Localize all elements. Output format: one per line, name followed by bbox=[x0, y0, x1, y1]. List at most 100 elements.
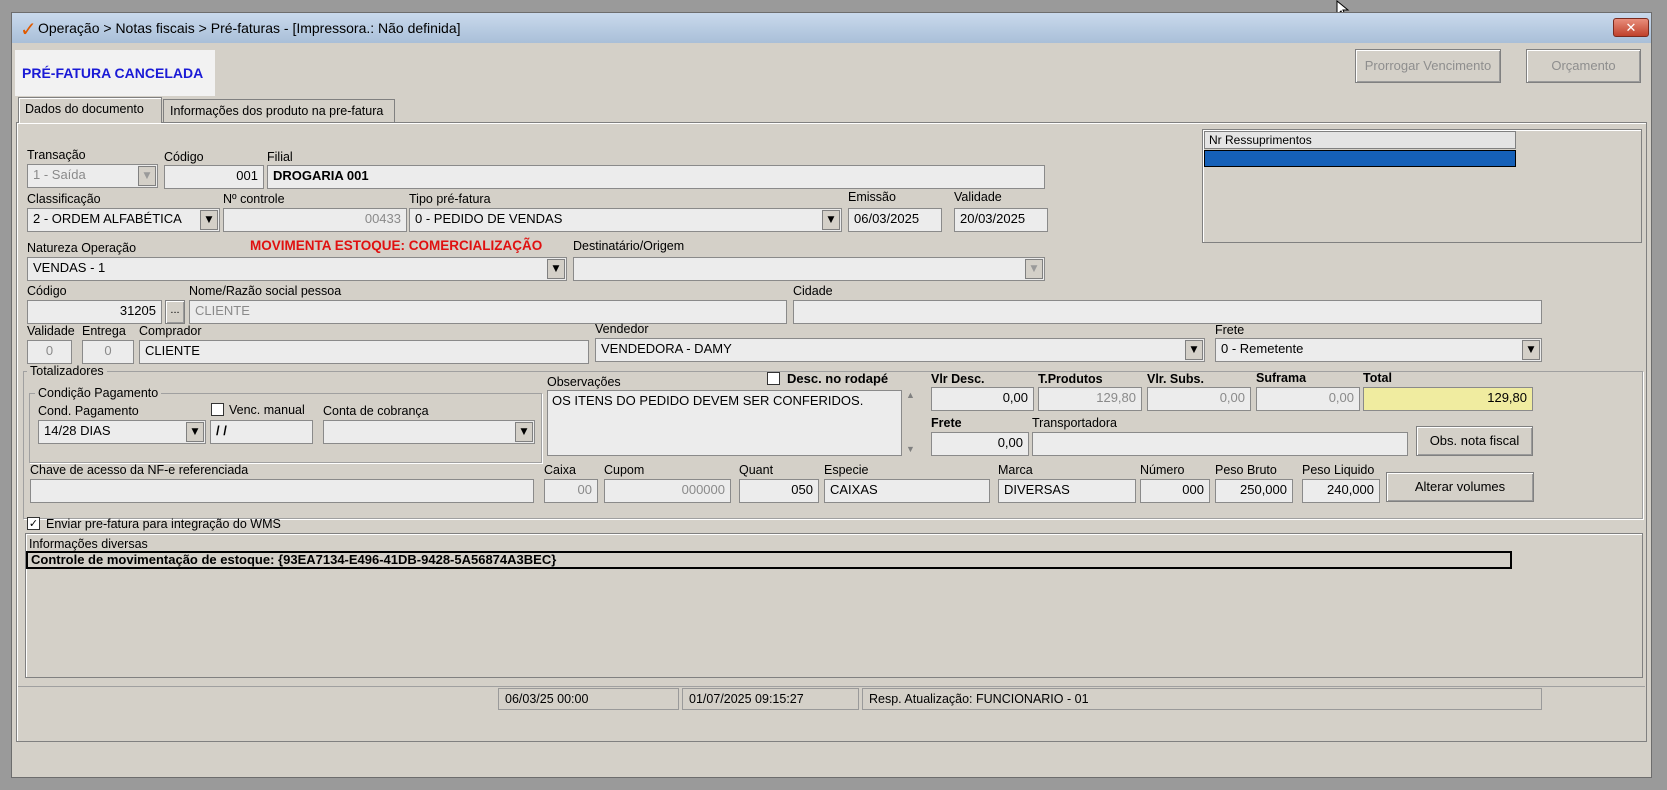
window-title: Operação > Notas fiscais > Pré-faturas -… bbox=[38, 20, 461, 36]
peso-liquido-field[interactable]: 240,000 bbox=[1302, 479, 1380, 503]
suframa-label: Suframa bbox=[1256, 371, 1307, 385]
vendedor-select[interactable]: VENDEDORA - DAMY ▼ bbox=[595, 338, 1205, 362]
filial-label: Filial bbox=[267, 150, 293, 164]
chevron-down-icon: ▼ bbox=[138, 166, 156, 186]
transacao-label: Transação bbox=[27, 148, 86, 162]
chevron-down-icon: ▼ bbox=[547, 259, 565, 279]
conta-cobranca-label: Conta de cobrança bbox=[323, 404, 429, 418]
peso-bruto-field[interactable]: 250,000 bbox=[1215, 479, 1293, 503]
chevron-down-icon: ▼ bbox=[200, 210, 218, 230]
t-produtos-label: T.Produtos bbox=[1038, 372, 1103, 386]
vlr-desc-field[interactable]: 0,00 bbox=[931, 387, 1034, 411]
ressuprimentos-selected-row[interactable] bbox=[1204, 150, 1516, 167]
desc-rodape-label: Desc. no rodapé bbox=[787, 371, 889, 386]
validade-label: Validade bbox=[954, 190, 1002, 204]
chevron-down-icon: ▼ bbox=[1522, 340, 1540, 360]
ressuprimentos-panel[interactable]: Nr Ressuprimentos bbox=[1202, 129, 1642, 243]
frete-tipo-label: Frete bbox=[1215, 323, 1245, 337]
venc-manual-field[interactable]: / / bbox=[210, 420, 313, 444]
cond-pagamento-label: Cond. Pagamento bbox=[38, 404, 139, 418]
status-banner: PRÉ-FATURA CANCELADA bbox=[15, 50, 215, 96]
cond-pagamento-select[interactable]: 14/28 DIAS ▼ bbox=[38, 420, 206, 444]
totalizadores-label: Totalizadores bbox=[27, 364, 107, 378]
chevron-down-icon: ▼ bbox=[1025, 259, 1043, 279]
chevron-down-icon: ▼ bbox=[822, 210, 840, 230]
transacao-value: 1 - Saída bbox=[33, 167, 86, 182]
informacoes-diversas-line[interactable]: Controle de movimentação de estoque: {93… bbox=[26, 551, 1512, 569]
frete-label: Frete bbox=[931, 416, 962, 430]
scroll-up-icon[interactable]: ▲ bbox=[906, 390, 915, 400]
ressuprimentos-header-label: Nr Ressuprimentos bbox=[1209, 133, 1312, 147]
orcamento-button[interactable]: Orçamento bbox=[1526, 49, 1641, 83]
status-responsavel: Resp. Atualização: FUNCIONARIO - 01 bbox=[862, 688, 1542, 710]
condicao-pagamento-label: Condição Pagamento bbox=[35, 386, 162, 400]
especie-field[interactable]: CAIXAS bbox=[824, 479, 990, 503]
suframa-field[interactable]: 0,00 bbox=[1256, 387, 1360, 411]
tab-dados-documento[interactable]: Dados do documento bbox=[18, 97, 162, 123]
close-button[interactable]: ✕ bbox=[1613, 18, 1649, 37]
check-logo-icon: ✓ bbox=[20, 17, 37, 41]
observacoes-label: Observações bbox=[547, 375, 621, 389]
desc-rodape-checkbox[interactable] bbox=[767, 372, 780, 385]
cidade-field[interactable] bbox=[793, 300, 1542, 324]
numero-field[interactable]: 000 bbox=[1140, 479, 1210, 503]
frete-field[interactable]: 0,00 bbox=[931, 432, 1029, 456]
caixa-field[interactable]: 00 bbox=[544, 479, 598, 503]
tipo-prefatura-select[interactable]: 0 - PEDIDO DE VENDAS ▼ bbox=[409, 208, 842, 232]
marca-field[interactable]: DIVERSAS bbox=[998, 479, 1136, 503]
ressuprimentos-header[interactable]: Nr Ressuprimentos bbox=[1204, 131, 1516, 149]
transportadora-field[interactable] bbox=[1032, 432, 1408, 456]
tipo-prefatura-value: 0 - PEDIDO DE VENDAS bbox=[415, 211, 563, 226]
classificacao-select[interactable]: 2 - ORDEM ALFABÉTICA ▼ bbox=[27, 208, 220, 232]
status-date-created: 06/03/25 00:00 bbox=[498, 688, 679, 710]
quant-label: Quant bbox=[739, 463, 774, 477]
chave-nfe-field[interactable] bbox=[30, 479, 534, 503]
total-field[interactable]: 129,80 bbox=[1363, 387, 1533, 411]
natureza-label: Natureza Operação bbox=[27, 241, 137, 255]
frete-tipo-select[interactable]: 0 - Remetente ▼ bbox=[1215, 338, 1542, 362]
filial-field[interactable]: DROGARIA 001 bbox=[267, 165, 1045, 189]
entrega-field[interactable]: 0 bbox=[82, 340, 134, 364]
scroll-down-icon[interactable]: ▼ bbox=[906, 444, 915, 454]
validade-dias-field[interactable]: 0 bbox=[27, 340, 72, 364]
tab-informacoes-produto[interactable]: Informações dos produto na pre-fatura bbox=[163, 99, 395, 123]
comprador-field[interactable]: CLIENTE bbox=[139, 340, 589, 364]
chevron-down-icon: ▼ bbox=[515, 422, 533, 442]
codigo-field[interactable]: 001 bbox=[164, 165, 264, 189]
caixa-label: Caixa bbox=[544, 463, 576, 477]
vlr-subs-field[interactable]: 0,00 bbox=[1147, 387, 1251, 411]
title-bar[interactable]: ✓ Operação > Notas fiscais > Pré-faturas… bbox=[12, 13, 1651, 43]
informacoes-diversas-text: Controle de movimentação de estoque: {93… bbox=[31, 552, 557, 567]
status-date-updated: 01/07/2025 09:15:27 bbox=[682, 688, 859, 710]
alterar-volumes-button[interactable]: Alterar volumes bbox=[1386, 472, 1534, 502]
status-bar bbox=[18, 686, 1645, 687]
observacoes-textarea[interactable]: OS ITENS DO PEDIDO DEVEM SER CONFERIDOS. bbox=[547, 390, 902, 456]
peso-bruto-label: Peso Bruto bbox=[1215, 463, 1277, 477]
close-icon: ✕ bbox=[1625, 21, 1637, 36]
validade-field[interactable]: 20/03/2025 bbox=[954, 208, 1048, 232]
t-produtos-field[interactable]: 129,80 bbox=[1038, 387, 1142, 411]
emissao-field[interactable]: 06/03/2025 bbox=[848, 208, 942, 232]
vlr-desc-label: Vlr Desc. bbox=[931, 372, 985, 386]
cupom-field[interactable]: 000000 bbox=[604, 479, 731, 503]
main-window: ✓ Operação > Notas fiscais > Pré-faturas… bbox=[11, 12, 1652, 778]
conta-cobranca-select[interactable]: ▼ bbox=[323, 420, 535, 444]
emissao-label: Emissão bbox=[848, 190, 896, 204]
wms-checkbox[interactable]: ✓ bbox=[27, 517, 40, 530]
destinatario-select[interactable]: ▼ bbox=[573, 257, 1045, 281]
nr-controle-field[interactable]: 00433 bbox=[223, 208, 407, 232]
informacoes-diversas-label: Informações diversas bbox=[29, 537, 148, 551]
pessoa-lookup-button[interactable]: ... bbox=[165, 300, 185, 324]
natureza-select[interactable]: VENDAS - 1 ▼ bbox=[27, 257, 567, 281]
cupom-label: Cupom bbox=[604, 463, 645, 477]
nome-field[interactable]: CLIENTE bbox=[189, 300, 787, 324]
obs-nota-fiscal-button[interactable]: Obs. nota fiscal bbox=[1416, 426, 1533, 456]
comprador-label: Comprador bbox=[139, 324, 202, 338]
prorrogar-vencimento-button[interactable]: Prorrogar Vencimento bbox=[1355, 49, 1501, 83]
pessoa-codigo-field[interactable]: 31205 bbox=[27, 300, 162, 324]
pessoa-codigo-label: Código bbox=[27, 284, 67, 298]
quant-field[interactable]: 050 bbox=[739, 479, 819, 503]
cidade-label: Cidade bbox=[793, 284, 833, 298]
venc-manual-checkbox[interactable] bbox=[211, 403, 224, 416]
transacao-select[interactable]: 1 - Saída ▼ bbox=[27, 164, 158, 188]
